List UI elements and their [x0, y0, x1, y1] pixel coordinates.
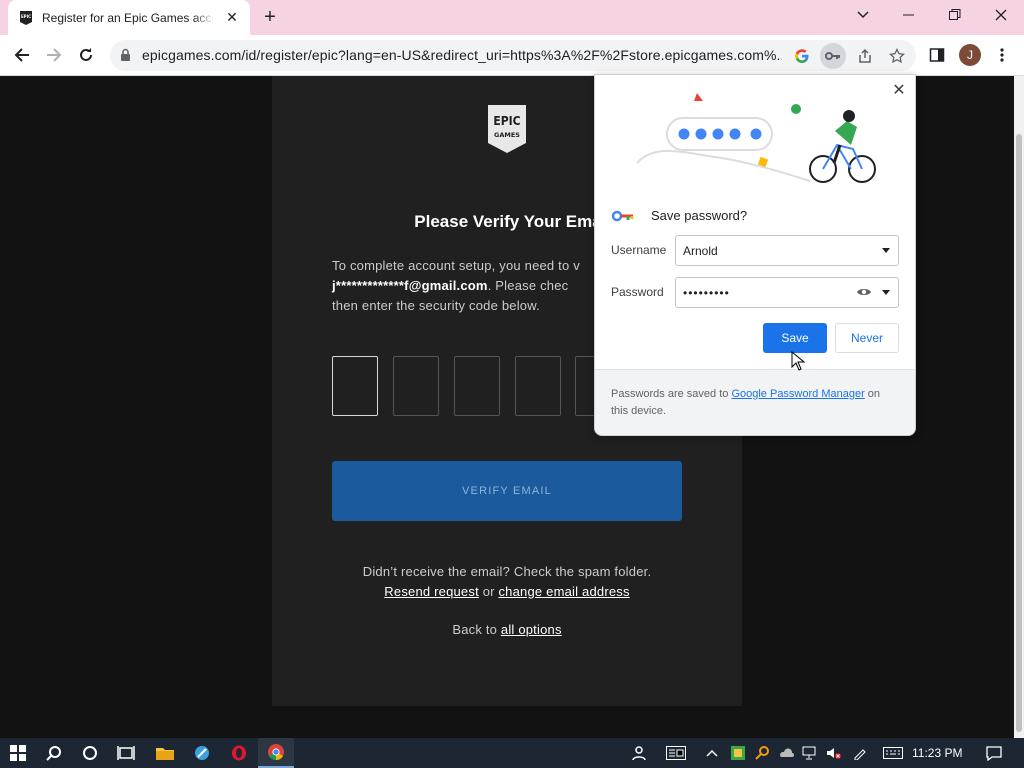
- browser-app-icon[interactable]: [184, 738, 220, 768]
- keyboard-icon[interactable]: [878, 738, 908, 768]
- code-digit-input-1[interactable]: [332, 356, 378, 416]
- svg-text:GAMES: GAMES: [494, 131, 520, 139]
- username-value: Arnold: [683, 244, 718, 258]
- forward-arrow-icon[interactable]: [38, 39, 70, 71]
- volume-muted-icon[interactable]: [822, 738, 846, 768]
- news-icon[interactable]: [658, 738, 694, 768]
- desc-line-1: To complete account setup, you need to v: [332, 258, 580, 273]
- tab-title: Register for an Epic Games account: [42, 10, 214, 25]
- password-label: Password: [611, 285, 664, 299]
- cortana-icon[interactable]: [72, 738, 108, 768]
- verify-email-button[interactable]: VERIFY EMAIL: [332, 461, 682, 521]
- address-bar[interactable]: epicgames.com/id/register/epic?lang=en-U…: [110, 40, 916, 71]
- resend-hint: Didn’t receive the email? Check the spam…: [362, 564, 652, 579]
- file-explorer-icon[interactable]: [147, 738, 183, 768]
- search-icon[interactable]: [36, 738, 72, 768]
- google-key-icon: [611, 209, 635, 227]
- network-icon[interactable]: [798, 738, 822, 768]
- tray-chevron-up-icon[interactable]: [700, 738, 724, 768]
- task-view-icon[interactable]: [108, 738, 144, 768]
- dialog-title: Save password?: [651, 208, 748, 223]
- or-text: or: [478, 584, 499, 599]
- onedrive-icon[interactable]: [774, 738, 798, 768]
- windows-start-icon[interactable]: [0, 738, 36, 768]
- svg-text:EPIC: EPIC: [21, 14, 31, 19]
- system-clock[interactable]: 11:23 PM: [912, 746, 962, 760]
- tab-search-chevron-icon[interactable]: [840, 0, 886, 30]
- reload-icon[interactable]: [70, 39, 102, 71]
- resend-request-link[interactable]: Resend request: [384, 584, 479, 599]
- tray-search-tool-icon[interactable]: [750, 738, 774, 768]
- dialog-close-icon[interactable]: ✕: [890, 82, 908, 100]
- resend-section: Didn’t receive the email? Check the spam…: [272, 562, 742, 602]
- chrome-taskbar-icon[interactable]: [258, 738, 294, 768]
- google-lens-icon[interactable]: [789, 43, 815, 69]
- google-password-manager-link[interactable]: Google Password Manager: [731, 388, 864, 400]
- password-dropdown-icon[interactable]: [882, 290, 890, 295]
- footer-prefix: Passwords are saved to: [611, 388, 732, 400]
- pen-icon[interactable]: [848, 738, 872, 768]
- back-section: Back to all options: [272, 622, 742, 637]
- desc-line-3: then enter the security code below.: [332, 298, 540, 313]
- opera-icon[interactable]: [221, 738, 257, 768]
- username-label: Username: [611, 243, 667, 257]
- mouse-cursor-icon: [791, 350, 806, 376]
- browser-tab[interactable]: EPIC Register for an Epic Games account …: [8, 0, 250, 35]
- change-email-link[interactable]: change email address: [498, 584, 629, 599]
- svg-text:EPIC: EPIC: [493, 114, 520, 128]
- browser-titlebar: EPIC Register for an Epic Games account …: [0, 0, 1024, 35]
- profile-avatar[interactable]: J: [959, 44, 981, 66]
- username-select[interactable]: Arnold: [675, 235, 899, 266]
- password-key-icon[interactable]: [820, 43, 846, 69]
- scrollbar-thumb[interactable]: [1016, 134, 1022, 732]
- dialog-footer: Passwords are saved to Google Password M…: [595, 369, 915, 435]
- desc-line-2: . Please chec: [487, 278, 569, 293]
- password-value: •••••••••: [683, 286, 730, 300]
- masked-email: j*************f@gmail.com: [332, 278, 488, 293]
- windows-taskbar: 11:23 PM: [0, 738, 1024, 768]
- browser-toolbar: epicgames.com/id/register/epic?lang=en-U…: [0, 35, 1024, 76]
- back-arrow-icon[interactable]: [6, 39, 38, 71]
- save-password-dialog: ✕ Save password? Username Arnold Passwor…: [594, 74, 916, 436]
- code-digit-input-3[interactable]: [454, 356, 500, 416]
- code-digit-input-4[interactable]: [515, 356, 561, 416]
- code-digit-input-2[interactable]: [393, 356, 439, 416]
- minimize-icon[interactable]: [886, 0, 932, 30]
- bookmark-star-icon[interactable]: [884, 43, 910, 69]
- all-options-link[interactable]: all options: [501, 622, 562, 637]
- page-scrollbar[interactable]: [1014, 76, 1024, 738]
- lock-icon[interactable]: [120, 48, 131, 67]
- never-button[interactable]: Never: [835, 323, 899, 353]
- close-window-icon[interactable]: [978, 0, 1024, 30]
- side-panel-icon[interactable]: [921, 39, 953, 71]
- password-illustration: [636, 93, 876, 183]
- back-text: Back to: [452, 622, 501, 637]
- epic-games-logo: EPIC GAMES: [486, 104, 528, 154]
- share-icon[interactable]: [852, 43, 878, 69]
- save-button[interactable]: Save: [763, 323, 827, 353]
- url-text: epicgames.com/id/register/epic?lang=en-U…: [142, 47, 782, 63]
- tray-app-icon[interactable]: [726, 738, 750, 768]
- restore-icon[interactable]: [932, 0, 978, 30]
- chrome-menu-icon[interactable]: [986, 39, 1018, 71]
- username-dropdown-icon[interactable]: [882, 248, 890, 253]
- tab-close-icon[interactable]: ✕: [224, 9, 240, 25]
- show-password-eye-icon[interactable]: [856, 286, 872, 301]
- new-tab-icon[interactable]: +: [259, 7, 281, 29]
- epic-games-favicon-icon: EPIC: [18, 10, 34, 26]
- notification-center-icon[interactable]: [976, 738, 1012, 768]
- password-field[interactable]: •••••••••: [675, 277, 899, 308]
- people-icon[interactable]: [622, 738, 658, 768]
